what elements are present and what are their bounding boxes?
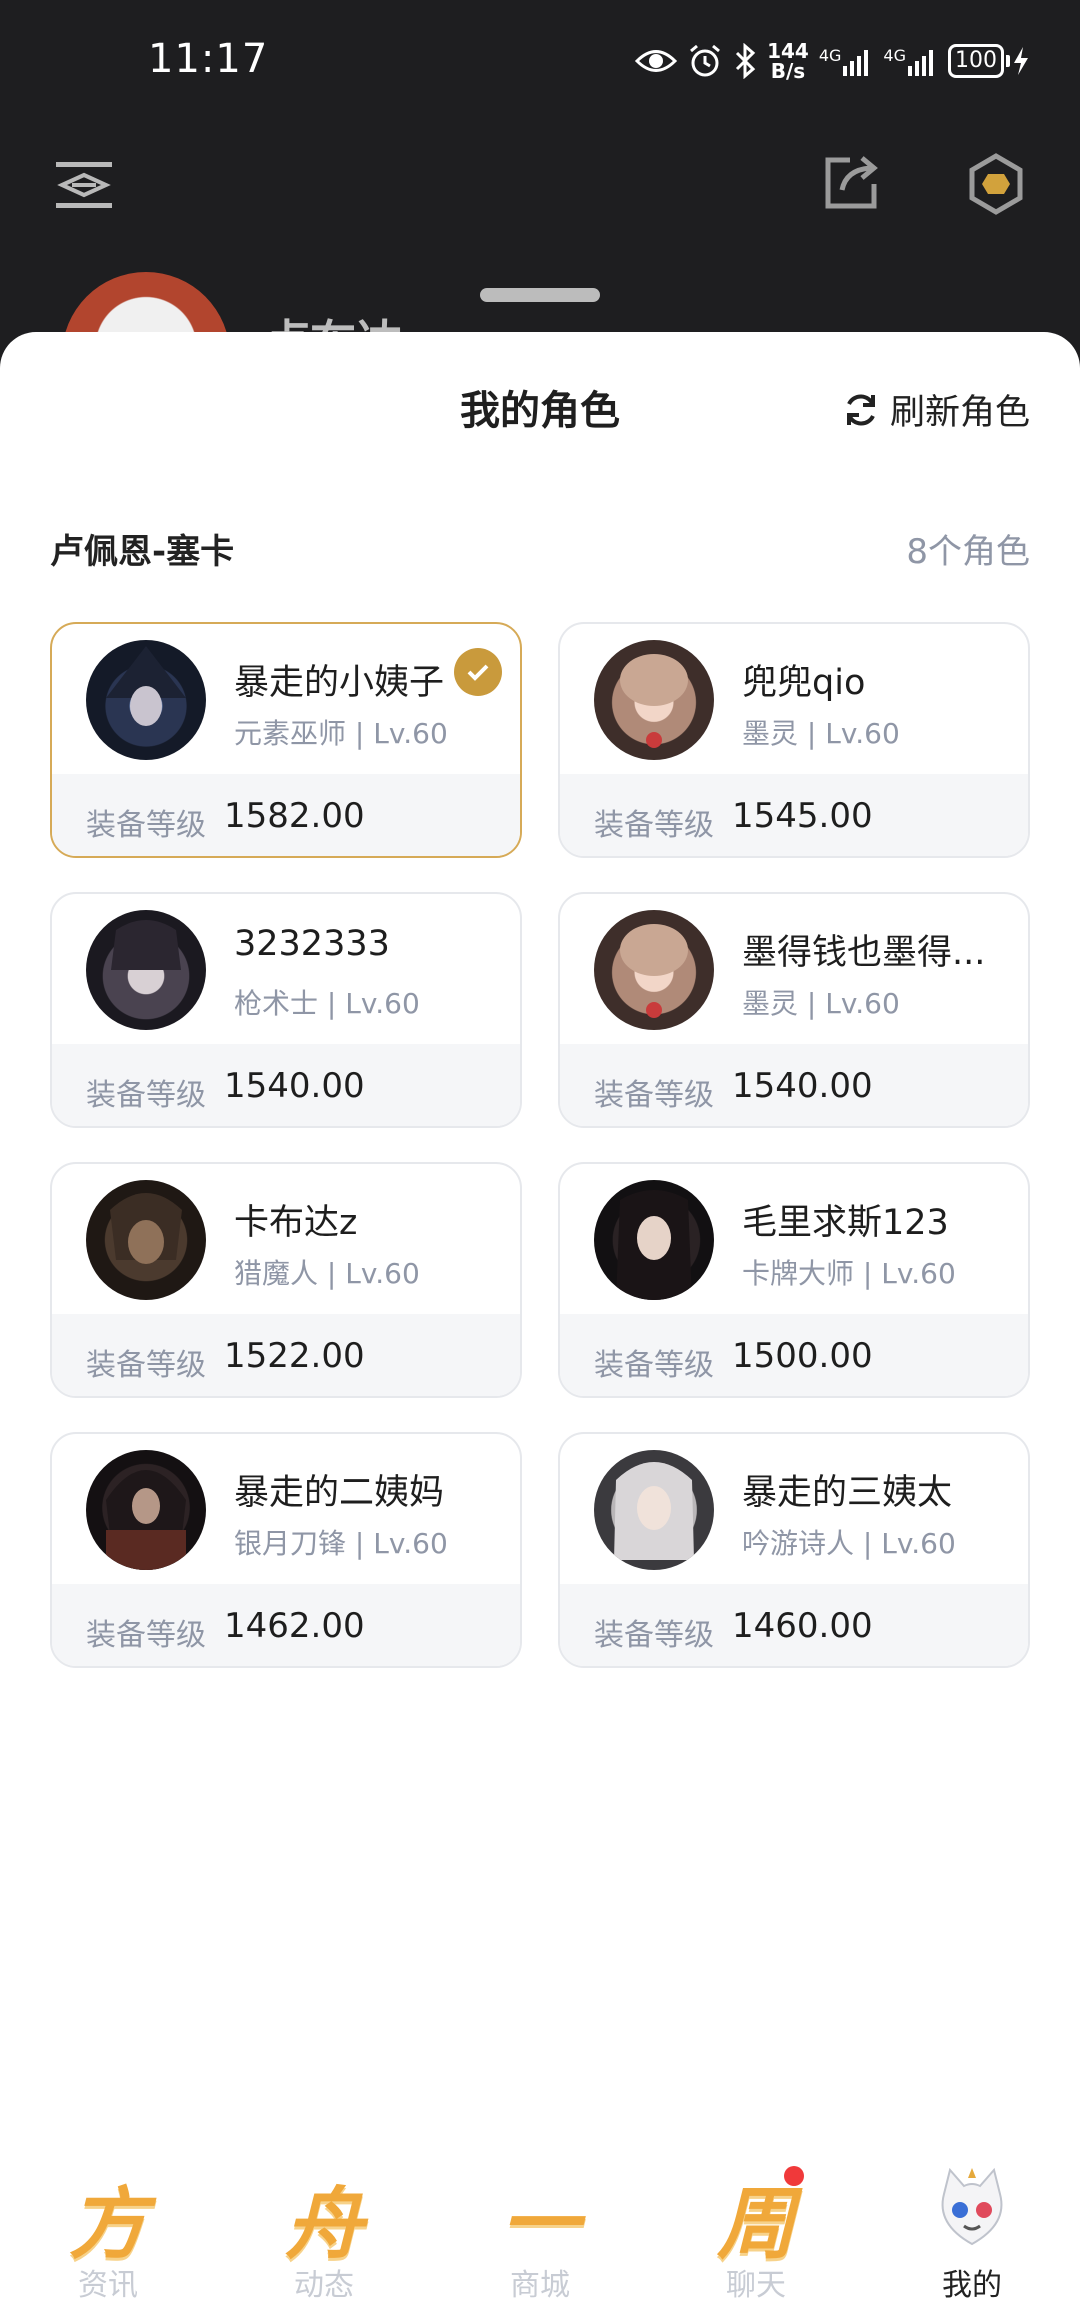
status-time: 11:17 — [148, 36, 269, 82]
status-bar: 11:17 144 B/s 4G 4G 100 — [0, 0, 1080, 120]
signal-1: 4G — [819, 46, 874, 76]
refresh-icon — [846, 394, 875, 425]
selected-check-icon — [454, 648, 502, 696]
nav-label: 动态 — [294, 2268, 354, 2303]
gear-score-label: 装备等级 — [594, 1618, 714, 1653]
network-speed: 144 B/s — [767, 39, 809, 83]
character-class-level: 元素巫师 | Lv.60 — [234, 717, 448, 750]
gear-score-value: 1462.00 — [224, 1606, 365, 1646]
character-avatar — [594, 640, 714, 760]
nav-label: 聊天 — [726, 2268, 786, 2303]
character-name: 墨得钱也墨得... — [742, 933, 986, 973]
nav-news[interactable]: 方 资讯 — [0, 2152, 216, 2310]
gear-score-label: 装备等级 — [86, 1078, 206, 1113]
character-name: 暴走的三姨太 — [742, 1473, 953, 1513]
status-icons: 144 B/s 4G 4G 100 — [635, 36, 1030, 86]
bottom-nav: 方 资讯 舟 动态 一 商城 周 聊天 我的 — [0, 2152, 1080, 2310]
character-class-level: 猎魔人 | Lv.60 — [234, 1257, 420, 1290]
gear-score-value: 1540.00 — [224, 1066, 365, 1106]
character-class-level: 卡牌大师 | Lv.60 — [742, 1257, 956, 1290]
character-class-level: 墨灵 | Lv.60 — [742, 987, 900, 1020]
character-class-level: 枪术士 | Lv.60 — [234, 987, 420, 1020]
character-name: 兜兜qio — [742, 663, 866, 703]
character-card[interactable]: 卡布达z 猎魔人 | Lv.60 装备等级 1522.00 — [50, 1162, 522, 1398]
character-name: 毛里求斯123 — [742, 1203, 949, 1243]
gear-score-value: 1545.00 — [732, 796, 873, 836]
character-card[interactable]: 暴走的二姨妈 银月刀锋 | Lv.60 装备等级 1462.00 — [50, 1432, 522, 1668]
refresh-label: 刷新角色 — [889, 393, 1030, 433]
gear-score-label: 装备等级 — [86, 808, 206, 843]
server-name: 卢佩恩-塞卡 — [50, 532, 235, 572]
sheet-drag-handle[interactable] — [480, 288, 600, 302]
gear-score-label: 装备等级 — [594, 1078, 714, 1113]
character-avatar — [86, 910, 206, 1030]
character-name: 暴走的二姨妈 — [234, 1473, 445, 1513]
character-name: 3232333 — [234, 924, 390, 964]
gear-score-label: 装备等级 — [86, 1348, 206, 1383]
share-icon[interactable] — [822, 152, 882, 212]
nav-shop-logo: 一 — [500, 2179, 579, 2270]
character-avatar — [86, 1180, 206, 1300]
character-name: 卡布达z — [234, 1203, 358, 1243]
cat-mascot-icon — [941, 2167, 1003, 2246]
character-name: 暴走的小姨子 — [234, 663, 445, 703]
character-card[interactable]: 兜兜qio 墨灵 | Lv.60 装备等级 1545.00 — [558, 622, 1030, 858]
menu-icon[interactable] — [54, 160, 114, 210]
character-card[interactable]: 3232333 枪术士 | Lv.60 装备等级 1540.00 — [50, 892, 522, 1128]
battery-indicator: 100 — [948, 44, 1030, 78]
character-card[interactable]: 毛里求斯123 卡牌大师 | Lv.60 装备等级 1500.00 — [558, 1162, 1030, 1398]
gear-score-value: 1500.00 — [732, 1336, 873, 1376]
character-avatar — [86, 640, 206, 760]
nav-chat[interactable]: 周 聊天 — [648, 2152, 864, 2310]
settings-hexagon-icon[interactable] — [964, 152, 1028, 216]
character-class-level: 银月刀锋 | Lv.60 — [234, 1527, 448, 1560]
gear-score-label: 装备等级 — [594, 1348, 714, 1383]
nav-news-logo: 方 — [68, 2179, 147, 2270]
character-card[interactable]: 暴走的小姨子 元素巫师 | Lv.60 装备等级 1582.00 — [50, 622, 522, 858]
signal-2: 4G — [883, 46, 938, 76]
character-card[interactable]: 墨得钱也墨得... 墨灵 | Lv.60 装备等级 1540.00 — [558, 892, 1030, 1128]
signal-bars-icon — [908, 50, 933, 76]
eye-icon — [635, 50, 678, 72]
character-avatar — [86, 1450, 206, 1570]
gear-score-label: 装备等级 — [594, 808, 714, 843]
alarm-icon — [690, 44, 721, 77]
role-count: 8个角色 — [906, 532, 1030, 572]
character-avatar — [594, 1180, 714, 1300]
character-card[interactable]: 暴走的三姨太 吟游诗人 | Lv.60 装备等级 1460.00 — [558, 1432, 1030, 1668]
gear-score-value: 1522.00 — [224, 1336, 365, 1376]
gear-score-value: 1582.00 — [224, 796, 365, 836]
nav-label: 商城 — [510, 2268, 570, 2303]
character-class-level: 墨灵 | Lv.60 — [742, 717, 900, 750]
refresh-characters-button[interactable]: 刷新角色 — [842, 384, 1030, 435]
bluetooth-icon — [736, 43, 756, 79]
gear-score-label: 装备等级 — [86, 1618, 206, 1653]
signal-bars-icon — [843, 50, 869, 76]
character-sheet: 我的角色 刷新角色 卢佩恩-塞卡 8个角色 暴走的小姨子 元素巫师 | Lv.6… — [0, 332, 1080, 2310]
gear-score-value: 1460.00 — [732, 1606, 873, 1646]
charging-icon — [1014, 47, 1028, 75]
nav-label: 我的 — [942, 2268, 1002, 2303]
nav-label: 资讯 — [78, 2268, 138, 2303]
nav-me[interactable]: 我的 — [864, 2152, 1080, 2310]
gear-score-value: 1540.00 — [732, 1066, 873, 1106]
character-avatar — [594, 1450, 714, 1570]
nav-feed-logo: 舟 — [284, 2179, 363, 2270]
notification-dot — [784, 2166, 804, 2186]
character-avatar — [594, 910, 714, 1030]
nav-shop[interactable]: 一 商城 — [432, 2152, 648, 2310]
character-class-level: 吟游诗人 | Lv.60 — [742, 1527, 956, 1560]
nav-feed[interactable]: 舟 动态 — [216, 2152, 432, 2310]
nav-chat-logo: 周 — [716, 2179, 795, 2270]
